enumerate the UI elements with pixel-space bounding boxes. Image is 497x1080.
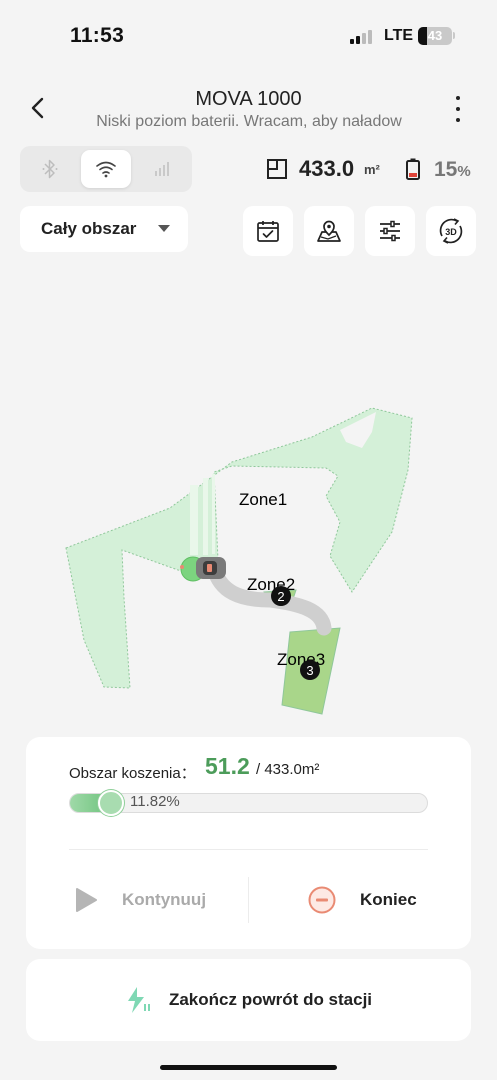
play-icon <box>76 888 97 912</box>
mowed-stripe <box>190 485 198 555</box>
calendar-icon <box>257 221 279 242</box>
area-icon <box>267 159 287 179</box>
caret-down-icon <box>158 225 170 232</box>
cellular-icon <box>155 162 169 176</box>
cellular-signal-icon <box>350 30 372 44</box>
area-unit: m² <box>364 162 380 177</box>
status-battery-icon: 43 <box>418 27 452 45</box>
zone1-area[interactable] <box>65 407 413 689</box>
bluetooth-button[interactable] <box>25 150 75 188</box>
continue-label: Kontynuuj <box>122 890 207 909</box>
wifi-icon <box>96 161 116 178</box>
zone-selector-label: Cały obszar <box>41 219 137 238</box>
bluetooth-icon <box>42 159 58 179</box>
end-label: Koniec <box>360 890 417 909</box>
progress-percent: 11.82% <box>130 793 180 810</box>
mowing-settings-button[interactable] <box>365 206 415 256</box>
map-edit-icon <box>317 220 341 242</box>
3d-label: 3D <box>445 227 457 237</box>
area-value: 433.0 <box>299 156 355 181</box>
mowed-area-value: 51.2 <box>205 753 250 779</box>
battery-percent: 15% <box>434 158 471 182</box>
home-indicator <box>160 1065 337 1070</box>
stop-icon <box>308 886 336 914</box>
status-message: Niski poziom baterii. Wracam, aby nałado… <box>96 113 402 130</box>
device-title: MOVA 1000 <box>195 88 302 110</box>
mowed-stripe <box>212 474 215 554</box>
total-area-text: / 433.0m² <box>256 761 320 778</box>
zone3-order: 3 <box>306 663 313 678</box>
lawn-map[interactable]: Zone1 Zone2 Zone3 2 3 <box>0 270 497 730</box>
more-options-button[interactable] <box>448 96 468 122</box>
status-time: 11:53 <box>70 24 125 47</box>
settings-sliders-icon <box>380 220 400 242</box>
battery-unit: % <box>457 163 471 180</box>
3d-view-icon: 3D <box>439 218 463 244</box>
schedule-button[interactable] <box>243 206 293 256</box>
mower-progress-icon <box>98 790 124 816</box>
mower-start-dot <box>180 565 184 569</box>
wifi-button[interactable] <box>81 150 131 188</box>
map-edit-button[interactable] <box>304 206 354 256</box>
mowing-area-label: Obszar koszenia： <box>69 765 196 782</box>
zone-selector-dropdown[interactable]: Cały obszar <box>20 206 188 252</box>
charging-return-icon <box>127 987 150 1013</box>
continue-button[interactable]: Kontynuuj <box>74 885 244 915</box>
zone2-order: 2 <box>277 589 284 604</box>
mower-icon[interactable] <box>196 557 226 579</box>
end-button[interactable]: Koniec <box>308 885 448 915</box>
mowed-stripe <box>203 478 208 555</box>
zone1-label: Zone1 <box>239 490 287 509</box>
cellular-button[interactable] <box>137 150 187 188</box>
card-divider <box>69 849 428 850</box>
status-battery-level: 43 <box>427 28 443 43</box>
end-return-to-station-button[interactable]: Zakończ powrót do stacji <box>26 959 471 1041</box>
action-divider <box>248 877 249 923</box>
low-battery-icon <box>406 158 420 180</box>
status-battery-cap <box>453 32 455 39</box>
3d-view-button[interactable]: 3D <box>426 206 476 256</box>
mowing-progress-card: Obszar koszenia： 51.2 / 433.0m² 11.82% K… <box>26 737 471 949</box>
network-type: LTE <box>384 27 414 44</box>
end-return-label: Zakończ powrót do stacji <box>168 990 373 1009</box>
battery-value: 15 <box>434 158 458 181</box>
connectivity-switcher <box>20 146 192 192</box>
